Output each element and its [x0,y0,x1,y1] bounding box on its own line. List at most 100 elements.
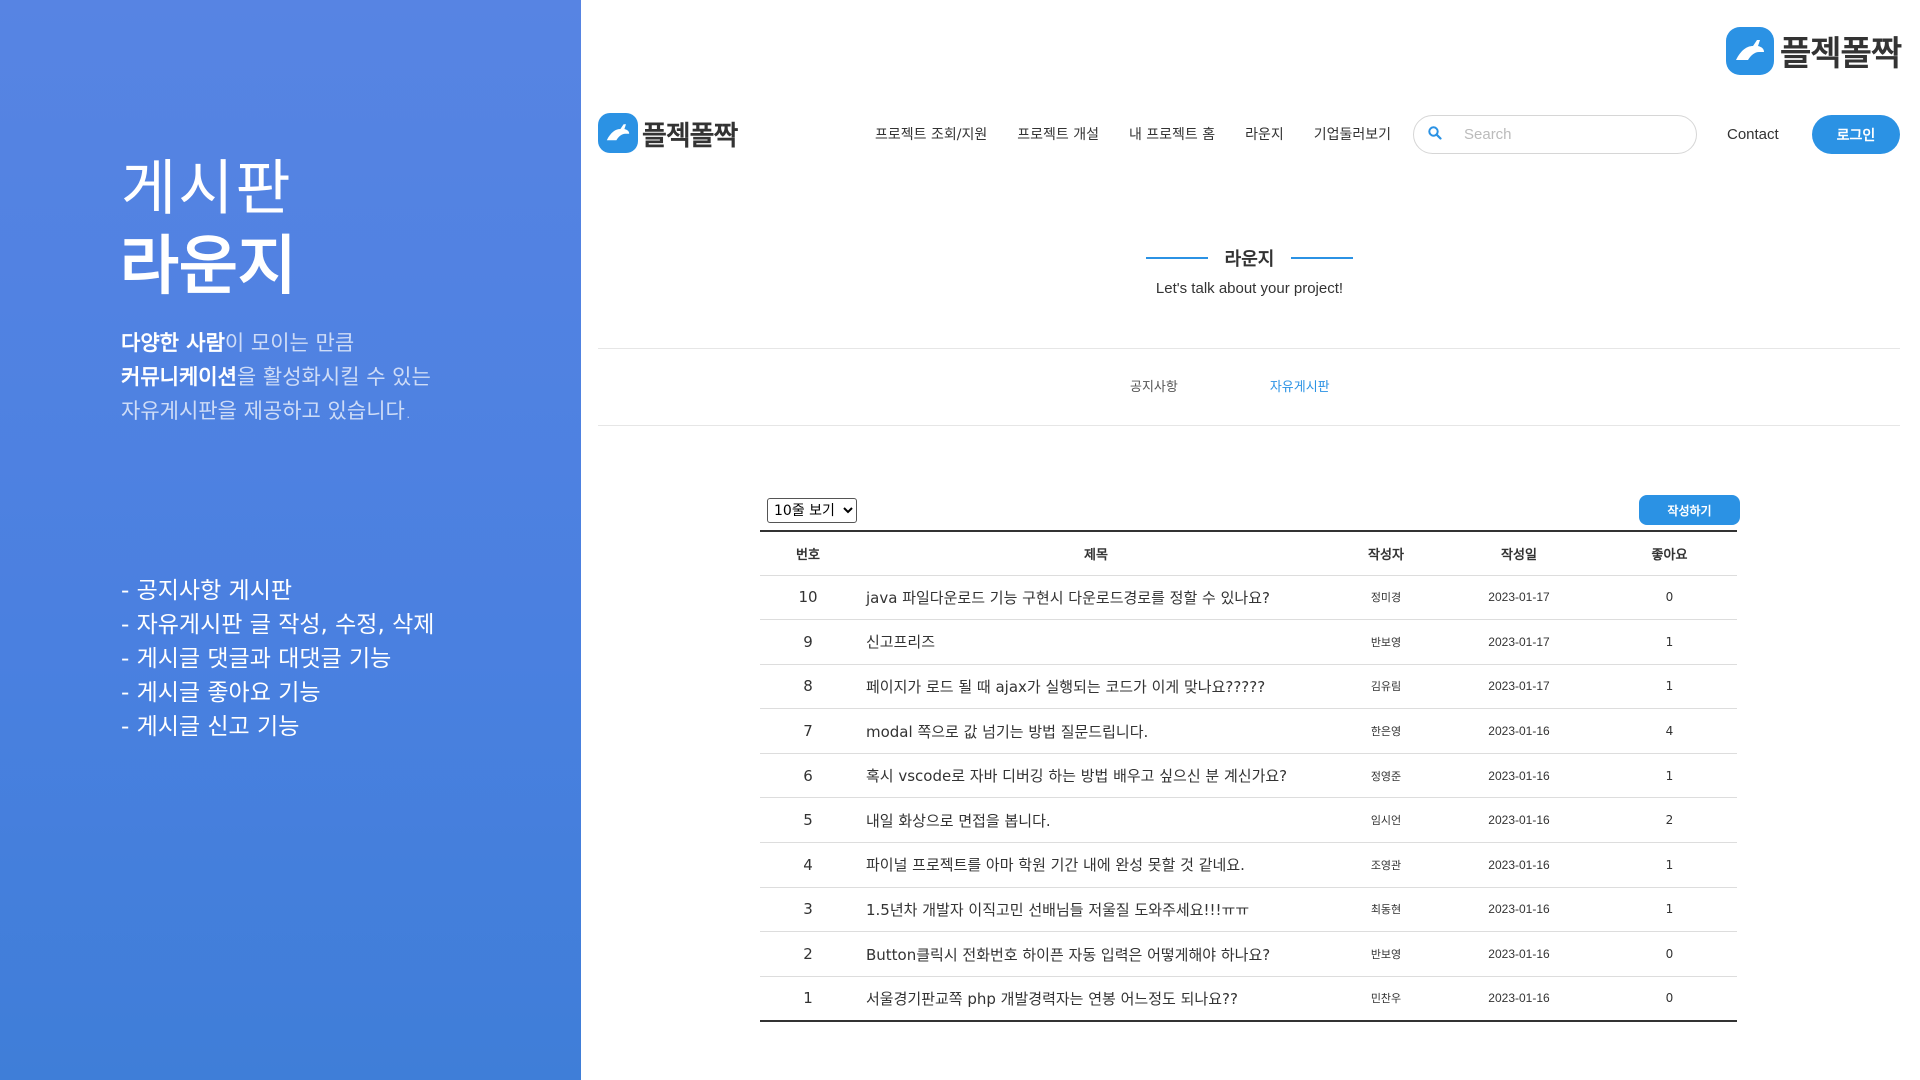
post-author: 최동현 [1336,887,1436,933]
search-box [1413,115,1697,154]
post-likes: 4 [1602,708,1737,754]
post-title-link[interactable]: 내일 화상으로 면접을 봅니다. [856,797,1336,844]
page-title: 라운지 [1224,249,1275,270]
feature-item: - 게시글 댓글과 대댓글 기능 [121,646,392,672]
post-number: 3 [760,887,856,933]
login-button[interactable]: 로그인 [1812,115,1900,154]
post-author: 반보영 [1336,619,1436,665]
table-header-row: 번호 제목 작성자 작성일 좋아요 [760,531,1737,576]
post-title-link[interactable]: 신고프리즈 [856,619,1336,665]
post-number: 4 [760,842,856,888]
feature-item: - 게시글 신고 기능 [121,714,300,740]
post-author: 조영관 [1336,842,1436,888]
post-date: 2023-01-16 [1436,842,1602,888]
post-title-link[interactable]: 서울경기판교쪽 php 개발경력자는 연봉 어느정도 되나요?? [856,976,1336,1021]
table-row[interactable]: 1 서울경기판교쪽 php 개발경력자는 연봉 어느정도 되나요?? 민찬우 2… [760,976,1737,1021]
table-row[interactable]: 3 1.5년차 개발자 이직고민 선배님들 저울질 도와주세요!!!ㅠㅠ 최동현… [760,887,1737,933]
description-panel: 게시판 라운지 다양한 사람이 모이는 만큼 커뮤니케이션을 활성화시킬 수 있… [0,0,581,1080]
post-date: 2023-01-16 [1436,887,1602,933]
description-line: 커뮤니케이션을 활성화시킬 수 있는 [121,365,431,389]
post-date: 2023-01-16 [1436,931,1602,977]
feature-item: - 게시글 좋아요 기능 [121,680,321,706]
post-likes: 0 [1665,991,1674,1006]
post-date: 2023-01-16 [1436,753,1602,799]
table-row[interactable]: 8 페이지가 로드 될 때 ajax가 실행되는 코드가 이게 맞나요?????… [760,664,1737,710]
table-row[interactable]: 9 신고프리즈 반보영 2023-01-17 1 [760,619,1737,665]
post-likes: 1 [1602,619,1737,665]
post-author: 한은영 [1336,708,1436,754]
post-title-link[interactable]: modal 쪽으로 값 넘기는 방법 질문드립니다. [856,708,1336,754]
post-likes: 2 [1602,797,1737,844]
nav-item-my-project[interactable]: 내 프로젝트 홈 [1129,124,1215,144]
divider [598,348,1900,349]
post-author: 정영준 [1336,753,1436,799]
post-date: 2023-01-16 [1488,991,1550,1006]
tab-notice[interactable]: 공지사항 [1130,376,1178,395]
table-row[interactable]: 7 modal 쪽으로 값 넘기는 방법 질문드립니다. 한은영 2023-01… [760,708,1737,754]
column-header-author: 작성자 [1336,531,1436,576]
site-logo[interactable]: 플젝폴짝 [598,113,738,153]
column-header-number: 번호 [760,531,856,576]
brand-name: 플젝폴짝 [642,120,738,152]
table-row[interactable]: 4 파이널 프로젝트를 아마 학원 기간 내에 완성 못할 것 같네요. 조영관… [760,842,1737,888]
post-date: 2023-01-17 [1436,664,1602,710]
post-likes: 1 [1602,842,1737,888]
table-row[interactable]: 5 내일 화상으로 면접을 봅니다. 임시언 2023-01-16 2 [760,797,1737,844]
feature-item: - 자유게시판 글 작성, 수정, 삭제 [121,612,435,638]
post-number: 8 [760,664,856,710]
nav-item-project-create[interactable]: 프로젝트 개설 [1017,124,1099,144]
contact-link[interactable]: Contact [1727,126,1779,143]
feature-item: - 공지사항 게시판 [121,578,293,604]
search-icon[interactable] [1428,125,1442,144]
nav-item-companies[interactable]: 기업둘러보기 [1314,124,1391,144]
post-author: 반보영 [1336,931,1436,977]
post-likes: 0 [1602,575,1737,621]
post-number: 5 [760,797,856,844]
post-title-link[interactable]: 1.5년차 개발자 이직고민 선배님들 저울질 도와주세요!!!ㅠㅠ [856,887,1336,933]
post-title-link[interactable]: java 파일다운로드 기능 구현시 다운로드경로를 정할 수 있나요? [856,575,1336,621]
heading-line-left [1146,257,1208,259]
post-date: 2023-01-17 [1436,619,1602,665]
post-date: 2023-01-16 [1436,708,1602,754]
section-title: 게시판 [121,154,293,224]
post-likes: 0 [1602,931,1737,977]
post-author: 민찬우 [1370,992,1402,1006]
post-title-link[interactable]: 페이지가 로드 될 때 ajax가 실행되는 코드가 이게 맞나요????? [856,664,1336,710]
post-title-link[interactable]: 파이널 프로젝트를 아마 학원 기간 내에 완성 못할 것 같네요. [856,842,1336,888]
post-title-link[interactable]: 혹시 vscode로 자바 디버깅 하는 방법 배우고 싶으신 분 계신가요? [856,753,1336,799]
post-number: 9 [760,619,856,665]
feature-list: - 공지사항 게시판 - 자유게시판 글 작성, 수정, 삭제 - 게시글 댓글… [121,574,434,744]
post-title-link[interactable]: Button클릭시 전화번호 하이픈 자동 입력은 어떻게해야 하나요? [856,931,1336,977]
tab-free-board[interactable]: 자유게시판 [1270,376,1330,395]
post-number: 6 [760,753,856,799]
column-header-date: 작성일 [1436,531,1602,576]
post-author: 임시언 [1336,797,1436,844]
divider [598,425,1900,426]
search-input[interactable] [1464,126,1664,143]
post-number: 10 [760,575,856,621]
page-size-select[interactable]: 10줄 보기 [767,498,857,523]
main-nav: 프로젝트 조회/지원 프로젝트 개설 내 프로젝트 홈 라운지 기업둘러보기 [875,124,1391,144]
post-author: 정미경 [1336,575,1436,621]
post-likes: 1 [1602,887,1737,933]
nav-item-project-browse[interactable]: 프로젝트 조회/지원 [875,124,987,144]
description-line: 다양한 사람이 모이는 만큼 [121,331,355,355]
post-number: 2 [760,931,856,977]
table-row[interactable]: 2 Button클릭시 전화번호 하이픈 자동 입력은 어떻게해야 하나요? 반… [760,931,1737,977]
section-subtitle: 라운지 [120,230,297,304]
post-table: 번호 제목 작성자 작성일 좋아요 10 java 파일다운로드 기능 구현시 … [760,530,1737,1022]
board-tabs: 공지사항 자유게시판 [1130,376,1330,395]
post-number: 1 [803,989,813,1008]
table-row[interactable]: 6 혹시 vscode로 자바 디버깅 하는 방법 배우고 싶으신 분 계신가요… [760,753,1737,799]
column-header-title: 제목 [856,531,1336,576]
post-date: 2023-01-16 [1436,797,1602,844]
write-post-button[interactable]: 작성하기 [1639,495,1740,525]
table-row[interactable]: 10 java 파일다운로드 기능 구현시 다운로드경로를 정할 수 있나요? … [760,575,1737,621]
brand-name: 플젝폴짝 [1780,34,1902,74]
post-author: 김유림 [1336,664,1436,710]
post-likes: 1 [1602,753,1737,799]
heading-line-right [1291,257,1353,259]
nav-item-lounge[interactable]: 라운지 [1245,124,1284,144]
description-line: 자유게시판을 제공하고 있습니다. [121,399,412,423]
post-date: 2023-01-17 [1436,575,1602,621]
